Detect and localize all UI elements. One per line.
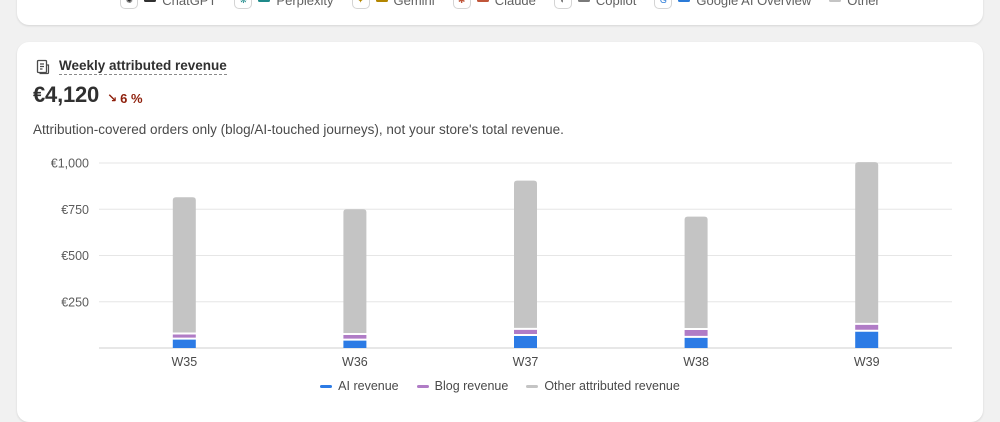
legend-label: AI revenue	[338, 379, 399, 393]
source-legend-item[interactable]: ✦ Gemini	[351, 0, 435, 9]
revenue-value: €4,120	[33, 82, 100, 107]
y-tick-label: €500	[61, 249, 89, 263]
legend-swatch	[416, 384, 429, 388]
bar-segment	[172, 197, 196, 333]
bar-segment	[343, 335, 367, 339]
x-tick-label: W36	[342, 355, 368, 369]
legend-swatch	[320, 384, 333, 388]
source-legend-label: ChatGPT	[162, 0, 217, 8]
bar-segment	[343, 209, 367, 334]
sources-legend: ✺ ChatGPT ❋ Perplexity ✦ Gemini ✱ Claude ◐ Copilo…	[17, 0, 983, 9]
bar-segment	[172, 339, 196, 348]
perplexity-icon: ❋	[234, 0, 253, 9]
source-legend-item[interactable]: ❋ Perplexity	[234, 0, 334, 9]
source-legend-label: Google AI Overview	[696, 0, 812, 8]
source-legend-label: Perplexity	[276, 0, 334, 8]
legend-swatch	[526, 384, 539, 388]
legend-label: Blog revenue	[434, 379, 509, 393]
source-legend-label: Other	[847, 0, 880, 8]
y-tick-label: €750	[61, 203, 89, 217]
source-legend-item[interactable]: ◐ Copilot	[553, 0, 637, 9]
bar-segment	[684, 330, 708, 336]
report-icon	[36, 59, 50, 74]
bar-segment	[855, 324, 879, 330]
trend-down-icon: ↘	[107, 91, 118, 105]
source-legend-item[interactable]: Other	[829, 0, 880, 9]
value-row: €4,120 ↘ 6 %	[33, 82, 143, 108]
bar-segment	[514, 180, 537, 328]
delta-value: 6 %	[120, 90, 143, 106]
bar-segment	[514, 329, 537, 334]
legend-swatch	[678, 0, 691, 2]
y-tick-label: €1,000	[51, 157, 89, 171]
legend-item[interactable]: AI revenue	[320, 379, 399, 393]
source-legend-label: Gemini	[393, 0, 435, 8]
legend-swatch	[476, 0, 489, 2]
claude-icon: ✱	[452, 0, 471, 9]
chatgpt-icon: ✺	[120, 0, 139, 9]
delta-badge: ↘ 6 %	[107, 91, 142, 106]
bar-segment	[343, 340, 367, 348]
legend-swatch	[375, 0, 388, 2]
attribution-note: Attribution-covered orders only (blog/AI…	[33, 122, 564, 137]
x-tick-label: W35	[171, 355, 197, 369]
source-legend-item[interactable]: ✱ Claude	[452, 0, 536, 9]
legend-swatch	[144, 0, 157, 2]
legend-item[interactable]: Other attributed revenue	[526, 379, 680, 393]
source-legend-label: Copilot	[595, 0, 637, 8]
bar-segment	[514, 335, 537, 348]
bar-segment	[684, 216, 708, 329]
x-tick-label: W39	[854, 355, 880, 369]
legend-swatch	[577, 0, 590, 2]
bar-segment	[855, 162, 879, 323]
source-legend-item[interactable]: G Google AI Overview	[654, 0, 811, 9]
source-legend-label: Claude	[494, 0, 536, 8]
legend-swatch	[258, 0, 271, 2]
x-tick-label: W38	[683, 355, 709, 369]
source-legend-item[interactable]: ✺ ChatGPT	[120, 0, 216, 9]
legend-swatch	[829, 0, 842, 2]
legend-item[interactable]: Blog revenue	[416, 379, 509, 393]
sources-card: ✺ ChatGPT ❋ Perplexity ✦ Gemini ✱ Claude ◐ Copilo…	[17, 0, 983, 25]
card-title[interactable]: Weekly attributed revenue	[59, 58, 227, 75]
bar-segment	[855, 331, 879, 348]
card-header: Weekly attributed revenue	[35, 58, 227, 75]
legend-label: Other attributed revenue	[544, 379, 680, 393]
x-tick-label: W37	[513, 355, 539, 369]
google-icon: G	[654, 0, 673, 9]
copilot-icon: ◐	[553, 0, 572, 9]
weekly-revenue-card: Weekly attributed revenue €4,120 ↘ 6 % A…	[17, 42, 983, 422]
bar-segment	[172, 334, 196, 338]
y-tick-label: €250	[61, 295, 89, 309]
chart-legend: AI revenue Blog revenue Other attributed r…	[17, 379, 983, 393]
bar-segment	[684, 337, 708, 348]
gemini-icon: ✦	[351, 0, 370, 9]
weekly-revenue-chart: €250 €500 €750 €1,000 W35 W36 W37 W38 W39	[51, 157, 952, 369]
